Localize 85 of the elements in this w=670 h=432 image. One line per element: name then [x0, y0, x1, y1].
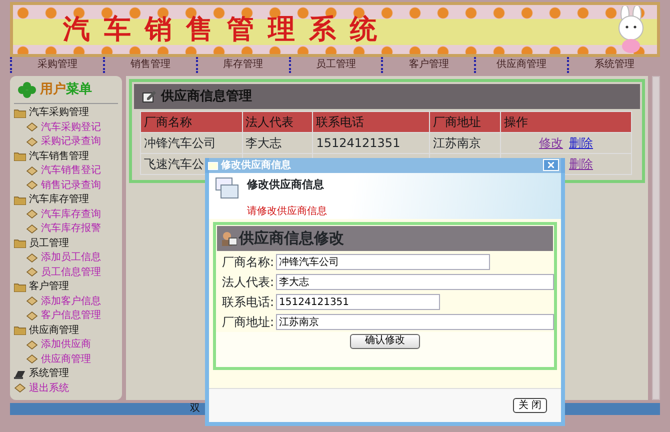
book-icon — [26, 209, 38, 220]
dialog-title: 修改供应商信息 — [221, 158, 291, 173]
table-cell: 15124121351 — [316, 136, 400, 150]
book-icon — [26, 252, 38, 263]
close-button[interactable]: 关 闭 — [513, 398, 547, 413]
input-field[interactable]: 李大志 — [276, 274, 554, 290]
table-cell: 飞速汽车公 — [144, 157, 204, 171]
nav-link[interactable]: 系统管理 — [567, 57, 660, 73]
menu-group-label[interactable]: 供应商管理 — [29, 322, 79, 338]
app-title: 汽车销售管理系统 — [63, 16, 391, 43]
menu-item[interactable]: 采购记录查询 — [41, 134, 101, 150]
field-label: 厂商名称: — [222, 254, 274, 271]
document-edit-icon — [142, 90, 156, 103]
menu-item[interactable]: 员工信息管理 — [41, 264, 101, 280]
menu-group-label[interactable]: 汽车库存管理 — [29, 192, 89, 208]
book-icon — [26, 267, 38, 278]
menu-group-label[interactable]: 汽车采购管理 — [29, 105, 89, 120]
clover-icon — [18, 82, 36, 98]
column-header: 厂商名称 — [140, 112, 242, 132]
windows-icon — [215, 177, 239, 199]
book-icon — [26, 296, 38, 306]
menu-group-label[interactable]: 客户管理 — [29, 279, 69, 294]
scrollbar[interactable] — [652, 76, 660, 400]
menu-item[interactable]: 客户信息管理 — [41, 308, 101, 324]
nav-link[interactable]: 销售管理 — [102, 57, 196, 73]
field-label: 法人代表: — [222, 274, 274, 291]
menu-item[interactable]: 汽车采购登记 — [41, 120, 101, 135]
panel-title: 供应商信息管理 — [161, 88, 252, 106]
nav-link[interactable]: 采购管理 — [10, 57, 103, 73]
close-icon — [548, 162, 554, 168]
delete-link[interactable]: 删除 — [569, 136, 593, 150]
book-icon — [26, 354, 38, 364]
book-icon — [26, 122, 38, 132]
book-icon — [26, 166, 38, 176]
menu-item[interactable]: 退出系统 — [29, 380, 69, 396]
menu-item[interactable]: 汽车库存报警 — [41, 221, 101, 236]
table-cell: 冲锋汽车公司 — [144, 136, 216, 150]
menu-group-label[interactable]: 汽车销售管理 — [29, 148, 89, 164]
sidebar-title: 用户菜单 — [40, 80, 92, 99]
hint-text: 请修改供应商信息 — [247, 204, 327, 218]
column-header: 联系电话 — [312, 112, 430, 132]
folder-icon — [14, 194, 26, 205]
form-title: 供应商信息修改 — [239, 228, 344, 250]
book-icon — [14, 383, 26, 394]
book-icon — [26, 136, 38, 147]
nav-link[interactable]: 库存管理 — [196, 57, 289, 73]
table-cell: 江苏南京 — [433, 136, 482, 150]
submit-button[interactable]: 确认修改 — [350, 334, 420, 348]
column-header: 法人代表 — [242, 112, 313, 132]
menu-item[interactable]: 添加员工信息 — [41, 250, 101, 266]
folder-icon — [14, 282, 26, 292]
input-field[interactable]: 15124121351 — [276, 294, 440, 310]
field-label: 厂商地址: — [222, 314, 274, 331]
close-button[interactable] — [543, 159, 559, 171]
menu-item[interactable]: 添加供应商 — [41, 337, 91, 352]
computer-icon — [14, 368, 26, 379]
menu-item[interactable]: 系统管理 — [29, 366, 69, 382]
edit-link[interactable]: 修改 — [539, 136, 563, 150]
person-card-icon — [221, 231, 237, 246]
menu-item[interactable]: 销售记录查询 — [41, 178, 101, 193]
menu-item[interactable]: 添加客户信息 — [41, 294, 101, 309]
column-header: 厂商地址 — [430, 112, 500, 132]
menu-item[interactable]: 汽车库存查询 — [41, 206, 101, 222]
nav-link[interactable]: 员工管理 — [288, 57, 382, 73]
input-field[interactable]: 江苏南京 — [276, 314, 554, 330]
nav-link[interactable]: 供应商管理 — [474, 57, 568, 73]
folder-icon — [14, 238, 26, 248]
dialog-heading: 修改供应商信息 — [247, 177, 325, 193]
folder-icon — [14, 108, 26, 118]
book-icon — [26, 224, 38, 234]
edit-link[interactable]: 删除 — [569, 157, 593, 171]
table-cell: 李大志 — [246, 136, 282, 150]
nav-link[interactable]: 客户管理 — [381, 57, 474, 73]
menu-group-label[interactable]: 员工管理 — [29, 236, 69, 251]
book-icon — [26, 180, 38, 190]
window-icon — [208, 162, 218, 170]
book-icon — [26, 340, 38, 350]
folder-icon — [14, 151, 26, 162]
folder-icon — [14, 325, 26, 336]
menu-item[interactable]: 供应商管理 — [41, 352, 91, 367]
book-icon — [26, 310, 38, 321]
menu-item[interactable]: 汽车销售登记 — [41, 163, 101, 178]
field-label: 联系电话: — [222, 294, 274, 311]
column-header: 操作 — [500, 112, 632, 132]
input-field[interactable]: 冲锋汽车公司 — [276, 254, 490, 270]
